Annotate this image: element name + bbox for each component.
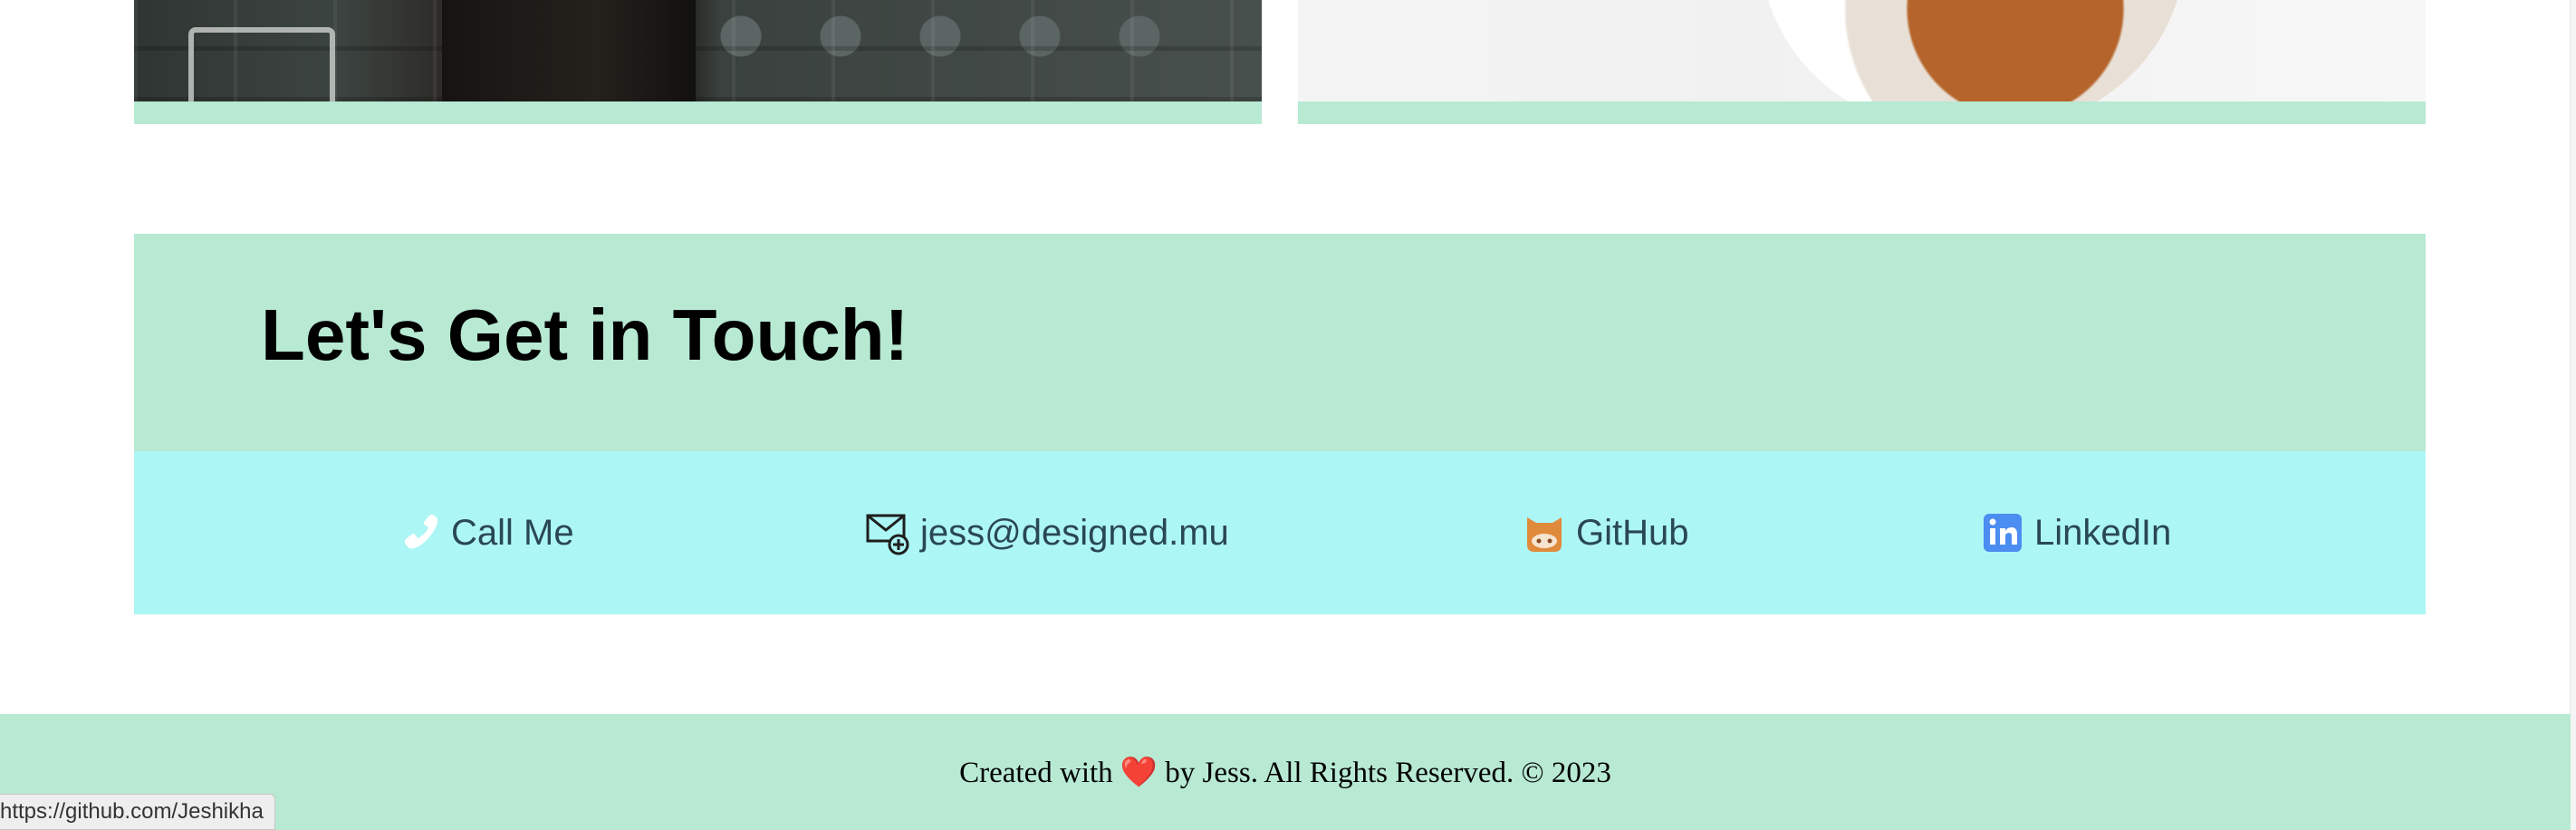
project-card-right[interactable]: [1298, 0, 2426, 124]
github-label: GitHub: [1576, 512, 1689, 553]
person-figure: [442, 0, 696, 101]
project-photo-right[interactable]: [1298, 0, 2426, 101]
linkedin-link[interactable]: LinkedIn: [1980, 507, 2171, 558]
page-scrollbar[interactable]: [2570, 0, 2576, 830]
heart-icon: ❤️: [1120, 754, 1158, 789]
email-label: jess@designed.mu: [920, 512, 1229, 553]
footer-copyright: Created with ❤️ by Jess. All Rights Rese…: [0, 754, 2571, 790]
github-link[interactable]: GitHub: [1522, 507, 1689, 558]
linkedin-label: LinkedIn: [2034, 512, 2172, 553]
linkedin-icon: [1980, 510, 2025, 555]
page-footer: Created with ❤️ by Jess. All Rights Rese…: [0, 714, 2571, 830]
dog-fur-shape: [1760, 0, 2186, 101]
call-me-link[interactable]: Call Me: [397, 507, 574, 558]
project-photo-left[interactable]: [134, 0, 1262, 101]
contact-title: Let's Get in Touch!: [261, 294, 909, 375]
call-me-label: Call Me: [451, 512, 574, 553]
contact-section-header: Let's Get in Touch!: [134, 234, 2426, 451]
mail-icon: [866, 510, 911, 555]
link-hover-status-bar: https://github.com/Jeshikha: [0, 794, 275, 830]
contact-links-bar: Call Me jess@designed.mu GitHub LinkedIn: [134, 451, 2426, 614]
github-octocat-icon: [1522, 510, 1567, 555]
email-link[interactable]: jess@designed.mu: [866, 507, 1229, 558]
footer-text-after: by Jess. All Rights Reserved. © 2023: [1165, 757, 1611, 789]
footer-text-before: Created with: [959, 757, 1113, 789]
chair-shape: [188, 27, 335, 101]
phone-icon: [397, 510, 442, 555]
project-card-left[interactable]: [134, 0, 1262, 124]
